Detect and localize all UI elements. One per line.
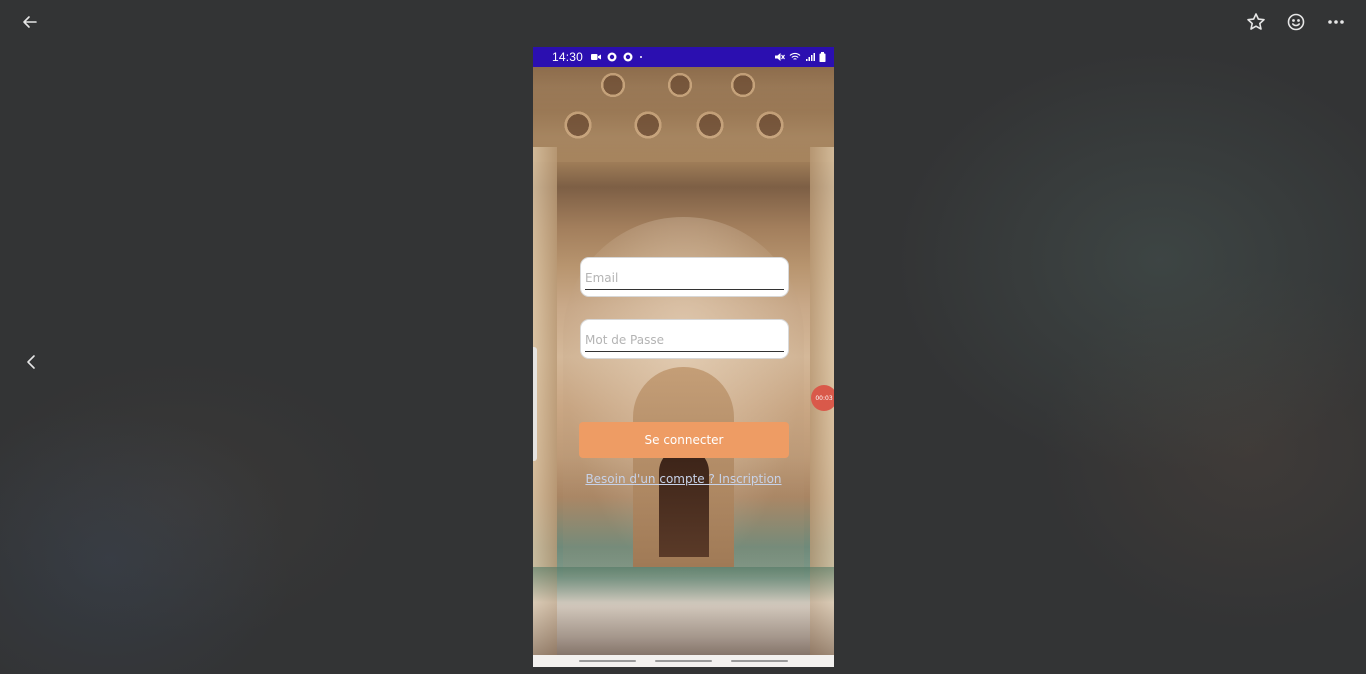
react-button[interactable] — [1278, 4, 1314, 40]
navigation-bar — [533, 655, 834, 667]
chevron-left-icon — [27, 355, 35, 369]
video-camera-icon — [591, 54, 602, 60]
app-icon — [623, 52, 633, 62]
arrow-left-icon — [23, 16, 37, 28]
status-bar: 14:30 — [533, 47, 834, 67]
recording-bubble[interactable]: 00:03 — [811, 385, 834, 411]
status-time: 14:30 — [552, 50, 584, 64]
smiley-icon — [1287, 13, 1305, 31]
more-options-button[interactable] — [1318, 4, 1354, 40]
mute-icon — [775, 53, 785, 61]
app-icon — [607, 52, 617, 62]
battery-icon — [819, 52, 826, 62]
nav-home-button[interactable] — [654, 660, 712, 662]
back-button[interactable] — [12, 4, 48, 40]
more-horizontal-icon — [1328, 20, 1344, 24]
favorite-button[interactable] — [1238, 4, 1274, 40]
star-icon — [1247, 13, 1265, 30]
nav-back-button[interactable] — [731, 660, 789, 662]
dot-icon — [640, 56, 643, 58]
signal-icon — [806, 53, 815, 61]
email-input[interactable] — [585, 266, 784, 290]
login-button[interactable]: Se connecter — [579, 422, 789, 458]
edge-panel-handle[interactable] — [533, 347, 537, 461]
password-input[interactable] — [585, 328, 784, 352]
wifi-icon — [789, 52, 801, 60]
phone-screenshot: 14:30 Email Se connecter Besoin d'un com… — [533, 47, 834, 667]
register-link[interactable]: Besoin d'un compte ? Inscription — [533, 472, 834, 486]
background-doorway — [659, 447, 709, 557]
previous-image-button[interactable] — [14, 344, 50, 380]
email-field — [580, 257, 789, 297]
background-floor — [533, 567, 834, 655]
password-field — [580, 319, 789, 359]
background-ceiling — [533, 67, 834, 162]
login-screen: Se connecter Besoin d'un compte ? Inscri… — [533, 67, 834, 655]
nav-recents-button[interactable] — [578, 660, 636, 662]
